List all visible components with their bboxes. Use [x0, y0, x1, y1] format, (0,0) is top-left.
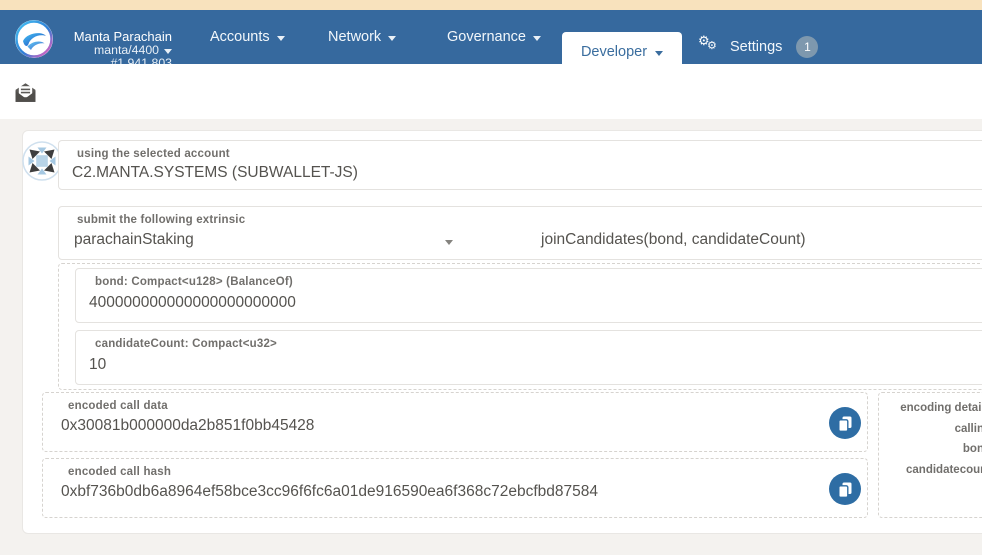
top-strip — [0, 0, 982, 10]
extrinsic-select-row: submit the following extrinsic parachain… — [58, 206, 982, 260]
params-container: bond: Compact<u128> (BalanceOf) 40000000… — [58, 263, 982, 390]
encoded-call-hash-output: encoded call hash 0xbf736b0db6a8964ef58b… — [42, 458, 868, 518]
settings-count-badge: 1 — [796, 36, 819, 58]
param-bond-label: bond: Compact<u128> (BalanceOf) — [95, 276, 293, 288]
method-select[interactable]: joinCandidates(bond, candidateCount) — [483, 207, 982, 261]
encoded-call-data-value: 0x30081b000000da2b851f0bb45428 — [61, 417, 315, 434]
param-candidate-count-value: 10 — [89, 356, 107, 373]
account-select[interactable]: using the selected account C2.MANTA.SYST… — [58, 140, 982, 190]
encoded-call-hash-label: encoded call hash — [68, 466, 172, 478]
chain-name: Manta Parachain — [73, 29, 172, 44]
gear-icon: ⚙ ⚙ — [698, 33, 717, 52]
settings-label: Settings — [730, 39, 783, 55]
pallet-select-value: parachainStaking — [74, 231, 194, 248]
navbar: Manta Parachain manta/4400 #1,941,803 Ac… — [0, 10, 982, 72]
encoding-details-panel: encoding details calling bond candidatec… — [878, 392, 982, 518]
chevron-down-icon — [655, 50, 664, 56]
encoded-call-data-output: encoded call data 0x30081b000000da2b851f… — [42, 392, 868, 452]
encoding-details-labels: encoding details calling bond candidatec… — [879, 398, 982, 480]
chevron-down-icon — [276, 35, 285, 41]
param-candidate-count-label: candidateCount: Compact<u32> — [95, 338, 277, 350]
encoded-call-hash-value: 0xbf736b0db6a8964ef58bce3cc96f6fc6a01de9… — [61, 483, 598, 500]
chevron-down-icon — [164, 49, 172, 54]
encoded-call-data-label: encoded call data — [68, 400, 168, 412]
account-select-value: C2.MANTA.SYSTEMS (SUBWALLET-JS) — [72, 164, 358, 181]
chevron-down-icon — [533, 35, 541, 41]
account-identicon — [22, 141, 62, 181]
copy-icon — [838, 482, 852, 498]
account-select-label: using the selected account — [77, 148, 230, 160]
app-root: { "colors": { "navbar_blue": "#36699e", … — [0, 0, 982, 555]
encoding-details-title: encoding details — [900, 402, 982, 414]
nav-item-label: Governance — [447, 29, 526, 45]
encoding-details-row: calling — [954, 422, 982, 435]
nav-item-label: Developer — [580, 44, 648, 60]
encoding-details-row: candidatecount — [906, 463, 982, 476]
param-bond-input[interactable]: bond: Compact<u128> (BalanceOf) 40000000… — [75, 268, 982, 323]
nav-item-label: Network — [328, 29, 382, 45]
chevron-down-icon — [445, 240, 453, 245]
tab-bar: Extrinsics Submission Decode — [0, 64, 982, 183]
param-candidate-count-input[interactable]: candidateCount: Compact<u32> 10 — [75, 330, 982, 385]
nav-item-governance[interactable]: Governance — [447, 10, 541, 64]
chevron-down-icon — [388, 35, 397, 41]
copy-call-data-button[interactable] — [829, 407, 861, 439]
nav-item-label: Accounts — [210, 29, 270, 45]
copy-icon — [838, 416, 852, 432]
copy-call-hash-button[interactable] — [829, 473, 861, 505]
param-bond-value: 400000000000000000000000 — [89, 294, 296, 311]
manta-logo-icon[interactable] — [15, 20, 53, 58]
method-select-value: joinCandidates(bond, candidateCount) — [541, 231, 806, 248]
extrinsics-envelope-icon — [15, 83, 36, 102]
encoding-details-row: bond — [962, 443, 982, 455]
nav-item-accounts[interactable]: Accounts — [210, 10, 285, 64]
nav-item-network[interactable]: Network — [328, 10, 397, 64]
pallet-select[interactable]: parachainStaking — [59, 207, 483, 261]
